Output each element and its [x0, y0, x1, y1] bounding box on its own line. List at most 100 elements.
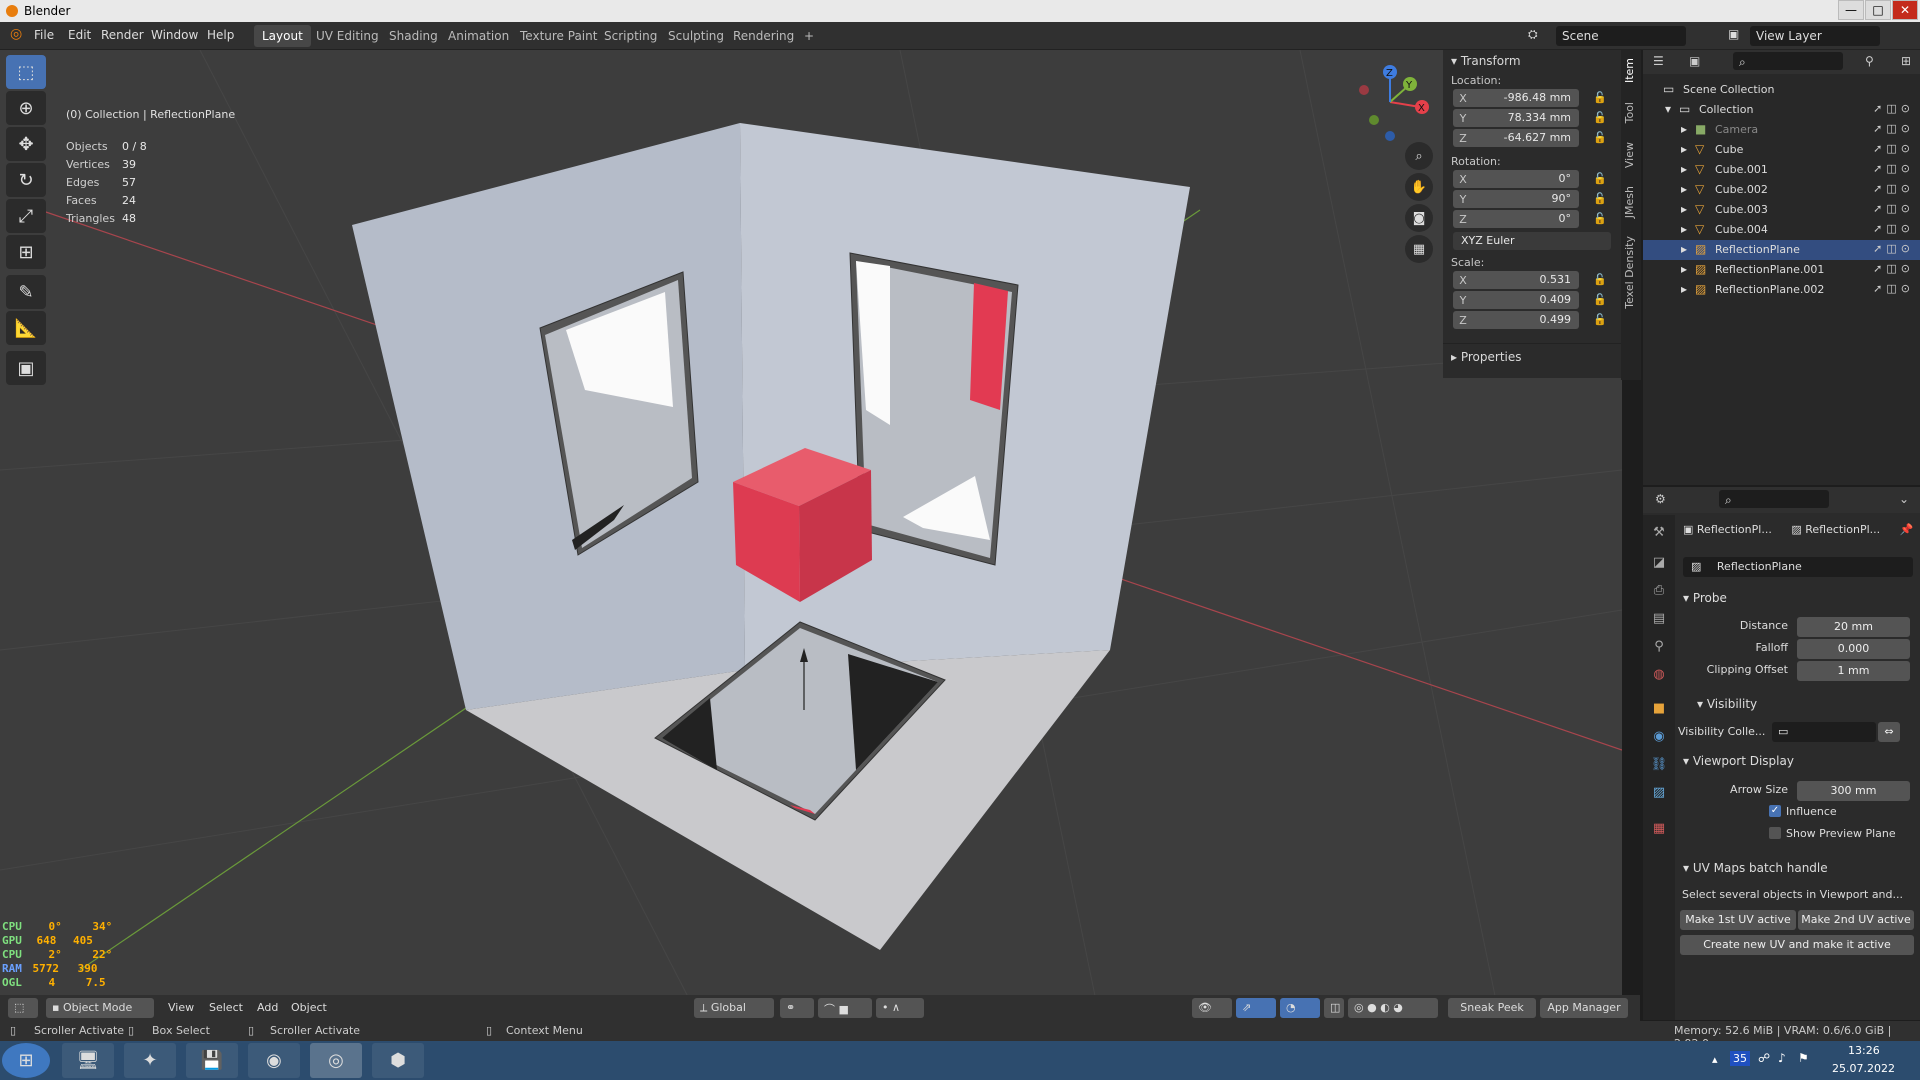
visibility-eye-icon[interactable]: 👁 [1192, 998, 1232, 1018]
tray-up-icon[interactable]: ▴ [1712, 1053, 1718, 1066]
taskbar-app-icon[interactable]: ⬢ [372, 1043, 424, 1078]
expand-icon[interactable]: ▸ [1681, 222, 1687, 236]
editor-type-icon[interactable]: ⚙ [1655, 492, 1666, 506]
menu-view[interactable]: View [162, 998, 200, 1018]
visibility-icons[interactable]: ➚◫⊙ [1873, 202, 1914, 215]
pan-hand-icon[interactable]: ✋ [1405, 173, 1433, 201]
location-z[interactable]: -64.627 mm Z 🔓 [1451, 129, 1615, 149]
options-chevron-icon[interactable]: ⌄ [1899, 492, 1909, 506]
visibility-icons[interactable]: ➚◫⊙ [1873, 182, 1914, 195]
invert-toggle-icon[interactable]: ⇔ [1878, 722, 1900, 742]
editor-type-icon[interactable]: ⬚ [8, 998, 38, 1018]
tray-flag-icon[interactable]: ⚑ [1798, 1051, 1809, 1065]
tray-language[interactable]: 35 [1730, 1051, 1750, 1066]
blender-menu-icon[interactable]: ◎ [10, 26, 22, 42]
move-icon[interactable]: ✥ [6, 127, 46, 161]
outliner-item[interactable]: ▸ ▨ ReflectionPlane.002 ➚◫⊙ [1643, 280, 1920, 300]
overlay-toggle-icon[interactable]: ◔ [1280, 998, 1320, 1018]
expand-icon[interactable]: ▸ [1681, 142, 1687, 156]
menu-select[interactable]: Select [203, 998, 249, 1018]
app-manager-button[interactable]: App Manager [1540, 998, 1628, 1018]
proportional-edit-icon[interactable]: • ∧ [876, 998, 924, 1018]
menu-render[interactable]: Render [101, 28, 144, 42]
perspective-grid-icon[interactable]: ▦ [1405, 235, 1433, 263]
rotation-mode-select[interactable]: XYZ Euler [1453, 232, 1611, 250]
uv-maps-header[interactable]: ▾ UV Maps batch handle [1677, 857, 1917, 881]
tab-rendering[interactable]: Rendering [725, 25, 802, 47]
tab-shading[interactable]: Shading [381, 25, 446, 47]
output-tab-icon[interactable]: ⎙ [1649, 583, 1669, 603]
view-layer-tab-icon[interactable]: ▤ [1649, 611, 1669, 631]
select-box-icon[interactable]: ⬚ [6, 55, 46, 89]
visibility-icons[interactable]: ➚◫⊙ [1873, 102, 1914, 115]
rotation-z[interactable]: 0° Z 🔓 [1451, 210, 1615, 230]
tab-uv-editing[interactable]: UV Editing [308, 25, 387, 47]
menu-add[interactable]: Add [251, 998, 284, 1018]
lock-icon[interactable]: 🔓 [1593, 273, 1607, 286]
render-tab-icon[interactable]: ◪ [1649, 555, 1669, 575]
visibility-icons[interactable]: ➚◫⊙ [1873, 262, 1914, 275]
tab-texture-paint[interactable]: Texture Paint [512, 25, 605, 47]
rotation-x[interactable]: 0° X 🔓 [1451, 170, 1615, 190]
scale-y[interactable]: 0.409 Y 🔓 [1451, 291, 1615, 311]
outliner-search[interactable]: ⌕ [1733, 52, 1843, 70]
3d-viewport[interactable]: (0) Collection | ReflectionPlane Objects… [0, 50, 1622, 1020]
outliner-item[interactable]: ▸ ▨ ReflectionPlane.001 ➚◫⊙ [1643, 260, 1920, 280]
expand-icon[interactable]: ▸ [1681, 162, 1687, 176]
outliner-collection[interactable]: ▾ ▭ Collection ➚◫⊙ [1643, 100, 1920, 120]
make-2nd-uv-active-button[interactable]: Make 2nd UV active [1798, 910, 1914, 930]
properties-header[interactable]: ▸ Properties [1443, 343, 1621, 368]
transform-orientation-selector[interactable]: ⟂ Global [694, 998, 774, 1018]
location-y[interactable]: 78.334 mm Y 🔓 [1451, 109, 1615, 129]
clipping-offset-field[interactable]: 1 mm [1797, 661, 1910, 681]
taskbar-computer-icon[interactable]: 🖥 [62, 1043, 114, 1078]
outliner-item[interactable]: ▸ ▽ Cube ➚◫⊙ [1643, 140, 1920, 160]
properties-search[interactable]: ⌕ [1719, 490, 1829, 508]
camera-view-icon[interactable]: ◙ [1405, 204, 1433, 232]
taskbar-save-icon[interactable]: 💾 [186, 1043, 238, 1078]
xray-icon[interactable]: ◫ [1324, 998, 1344, 1018]
outliner-item[interactable]: ▸ ▽ Cube.004 ➚◫⊙ [1643, 220, 1920, 240]
lock-icon[interactable]: 🔓 [1593, 91, 1607, 104]
navigation-gizmo[interactable]: X Y Z [1350, 62, 1430, 142]
zoom-icon[interactable]: ⌕ [1405, 142, 1433, 170]
make-1st-uv-active-button[interactable]: Make 1st UV active [1680, 910, 1796, 930]
lock-icon[interactable]: 🔓 [1593, 212, 1607, 225]
visibility-icons[interactable]: ➚◫⊙ [1873, 142, 1914, 155]
lock-icon[interactable]: 🔓 [1593, 192, 1607, 205]
close-button[interactable]: ✕ [1892, 0, 1918, 20]
distance-field[interactable]: 20 mm [1797, 617, 1910, 637]
scale-z[interactable]: 0.499 Z 🔓 [1451, 311, 1615, 331]
tab-texel-density[interactable]: Texel Density [1623, 236, 1639, 309]
add-cube-icon[interactable]: ▣ [6, 351, 46, 385]
outliner-item[interactable]: ▸ ▽ Cube.002 ➚◫⊙ [1643, 180, 1920, 200]
scale-x[interactable]: 0.531 X 🔓 [1451, 271, 1615, 291]
taskbar-blender-icon[interactable]: ◎ [310, 1043, 362, 1078]
visibility-panel-header[interactable]: ▾ Visibility [1691, 693, 1920, 717]
tab-tool[interactable]: Tool [1623, 102, 1639, 123]
snap-icon[interactable]: ⌒ ■ [818, 998, 872, 1018]
physics-tab-icon[interactable]: ◉ [1649, 729, 1669, 749]
annotate-icon[interactable]: ✎ [6, 275, 46, 309]
rotate-icon[interactable]: ↻ [6, 163, 46, 197]
tab-layout[interactable]: Layout [254, 25, 311, 47]
world-tab-icon[interactable]: ◍ [1649, 667, 1669, 687]
filter-icon[interactable]: ⚲ [1865, 54, 1874, 68]
expand-icon[interactable]: ▸ [1681, 182, 1687, 196]
pivot-icon[interactable]: ⚭ [780, 998, 814, 1018]
expand-icon[interactable]: ▾ [1665, 102, 1671, 116]
outliner-item[interactable]: ▸ ▽ Cube.001 ➚◫⊙ [1643, 160, 1920, 180]
visibility-collection-field[interactable]: ▭ [1772, 722, 1876, 742]
sneak-peek-button[interactable]: Sneak Peek [1448, 998, 1536, 1018]
lock-icon[interactable]: 🔓 [1593, 313, 1607, 326]
tray-volume-icon[interactable]: ♪ [1778, 1051, 1786, 1065]
expand-icon[interactable]: ▸ [1681, 242, 1687, 256]
new-collection-icon[interactable]: ⊞ [1901, 54, 1911, 68]
expand-icon[interactable]: ▸ [1681, 262, 1687, 276]
outliner-root[interactable]: ▭ Scene Collection [1643, 80, 1920, 100]
visibility-icons[interactable]: ➚◫⊙ [1873, 162, 1914, 175]
expand-icon[interactable]: ▸ [1681, 122, 1687, 136]
pin-icon[interactable]: 📌 [1900, 523, 1914, 536]
rotation-mode[interactable]: XYZ Euler [1451, 232, 1615, 252]
visibility-icons[interactable]: ➚◫⊙ [1873, 122, 1914, 135]
